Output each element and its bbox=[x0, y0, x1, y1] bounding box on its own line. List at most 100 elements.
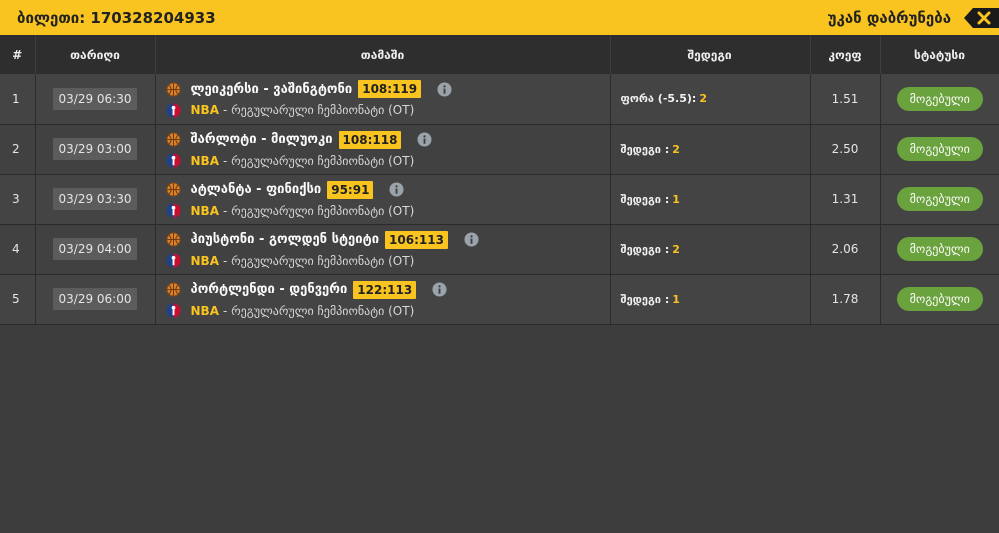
row-date: 03/29 06:30 bbox=[52, 87, 138, 110]
league-line: NBA - რეგულარული ჩემპიონატი (OT) bbox=[165, 252, 609, 270]
row-number: 3 bbox=[0, 174, 36, 225]
status-won-button[interactable]: მოგებული bbox=[896, 86, 983, 111]
league-detail: - რეგულარული ჩემპიონატი (OT) bbox=[222, 103, 415, 118]
row-result-cell: შედეგი :2 bbox=[610, 224, 811, 275]
league-name: NBA bbox=[190, 153, 219, 168]
league-name: NBA bbox=[190, 303, 219, 318]
result-label: შედეგი : bbox=[620, 142, 670, 156]
info-icon[interactable] bbox=[437, 82, 452, 97]
league-name: NBA bbox=[190, 203, 219, 218]
backspace-close-icon[interactable] bbox=[963, 7, 999, 29]
league-name: NBA bbox=[190, 103, 219, 118]
match-score: 108:119 bbox=[358, 80, 422, 99]
row-date: 03/29 04:00 bbox=[52, 238, 138, 260]
info-icon[interactable] bbox=[464, 232, 479, 247]
result-value: 1 bbox=[672, 192, 680, 206]
result-value: 2 bbox=[672, 142, 680, 156]
row-odd: 1.31 bbox=[810, 174, 881, 225]
league-name: NBA bbox=[190, 253, 219, 268]
row-date: 03/29 03:30 bbox=[52, 188, 138, 210]
result-value: 2 bbox=[699, 92, 707, 106]
row-odd: 2.06 bbox=[810, 224, 881, 275]
row-status-cell: მოგებული bbox=[880, 224, 999, 275]
row-status-cell: მოგებული bbox=[880, 74, 999, 125]
result-label: შედეგი : bbox=[620, 242, 670, 256]
league-line: NBA - რეგულარული ჩემპიონატი (OT) bbox=[165, 302, 609, 320]
row-number: 4 bbox=[0, 224, 36, 275]
nba-logo-icon bbox=[165, 253, 181, 268]
row-result-cell: შედეგი :1 bbox=[610, 174, 811, 225]
row-game-cell: ჰიუსტონი - გოლდენ სტეიტი 106:113 NBA - რ… bbox=[155, 224, 611, 275]
row-number: 2 bbox=[0, 124, 36, 175]
status-won-button[interactable]: მოგებული bbox=[896, 137, 983, 161]
table-row: 5 03/29 06:00 პორტლენდი - დენვერი 122:11… bbox=[0, 274, 999, 325]
col-header-game: თამაში bbox=[155, 35, 611, 74]
game-line: ლეიკერსი - ვაშინგტონი 108:119 bbox=[165, 78, 609, 100]
col-header-num: # bbox=[0, 35, 36, 74]
row-result-cell: ფორა (-5.5): 2 bbox=[610, 74, 811, 125]
col-header-date: თარიღი bbox=[35, 35, 156, 74]
game-line: შარლოტი - მილუოკი 108:118 bbox=[165, 129, 609, 151]
row-date-cell: 03/29 04:00 bbox=[35, 224, 156, 275]
match-score: 95:91 bbox=[327, 180, 374, 199]
row-game-cell: პორტლენდი - დენვერი 122:113 NBA - რეგულა… bbox=[155, 274, 611, 325]
row-odd: 1.51 bbox=[810, 74, 881, 125]
league-detail: - რეგულარული ჩემპიონატი (OT) bbox=[222, 153, 415, 168]
game-line: პორტლენდი - დენვერი 122:113 bbox=[165, 279, 609, 301]
result-label: შედეგი : bbox=[620, 192, 670, 206]
match-teams: ატლანტა - ფინიქსი bbox=[190, 182, 322, 197]
status-won-button[interactable]: მოგებული bbox=[896, 187, 983, 211]
league-line: NBA - რეგულარული ჩემპიონატი (OT) bbox=[165, 202, 609, 220]
table-row: 1 03/29 06:30 ლეიკერსი - ვაშინგტონი 108:… bbox=[0, 74, 999, 125]
match-score: 106:113 bbox=[385, 230, 448, 249]
row-result-cell: შედეგი :2 bbox=[610, 124, 811, 175]
row-odd: 1.78 bbox=[810, 274, 881, 325]
match-teams: პორტლენდი - დენვერი bbox=[190, 282, 348, 297]
row-game-cell: შარლოტი - მილუოკი 108:118 NBA - რეგულარუ… bbox=[155, 124, 611, 175]
result-value: 1 bbox=[672, 292, 680, 306]
row-date-cell: 03/29 03:30 bbox=[35, 174, 156, 225]
league-detail: - რეგულარული ჩემპიონატი (OT) bbox=[222, 253, 415, 268]
info-icon[interactable] bbox=[432, 282, 447, 297]
row-date-cell: 03/29 06:00 bbox=[35, 274, 156, 325]
table-row: 3 03/29 03:30 ატლანტა - ფინიქსი 95:91 NB… bbox=[0, 174, 999, 225]
match-score: 122:113 bbox=[353, 280, 417, 299]
match-teams: ლეიკერსი - ვაშინგტონი bbox=[190, 81, 353, 97]
status-won-button[interactable]: მოგებული bbox=[896, 287, 983, 311]
row-status-cell: მოგებული bbox=[880, 124, 999, 175]
bets-table: # თარიღი თამაში შედეგი კოეფ სტატუსი 1 03… bbox=[0, 35, 999, 325]
col-header-status: სტატუსი bbox=[880, 35, 999, 74]
info-icon[interactable] bbox=[417, 132, 432, 147]
table-row: 4 03/29 04:00 ჰიუსტონი - გოლდენ სტეიტი 1… bbox=[0, 224, 999, 275]
basketball-icon bbox=[165, 282, 181, 297]
league-line: NBA - რეგულარული ჩემპიონატი (OT) bbox=[165, 101, 609, 119]
col-header-result: შედეგი bbox=[610, 35, 811, 74]
row-result-cell: შედეგი :1 bbox=[610, 274, 811, 325]
nba-logo-icon bbox=[165, 203, 181, 218]
row-status-cell: მოგებული bbox=[880, 274, 999, 325]
basketball-icon bbox=[165, 82, 181, 97]
match-score: 108:118 bbox=[338, 130, 402, 149]
result-value: 2 bbox=[672, 242, 680, 256]
league-detail: - რეგულარული ჩემპიონატი (OT) bbox=[222, 303, 415, 318]
table-header: # თარიღი თამაში შედეგი კოეფ სტატუსი bbox=[0, 35, 999, 74]
basketball-icon bbox=[165, 182, 181, 197]
status-won-button[interactable]: მოგებული bbox=[896, 237, 983, 261]
basketball-icon bbox=[165, 232, 181, 247]
row-number: 5 bbox=[0, 274, 36, 325]
nba-logo-icon bbox=[165, 153, 181, 168]
league-detail: - რეგულარული ჩემპიონატი (OT) bbox=[222, 203, 415, 218]
row-status-cell: მოგებული bbox=[880, 174, 999, 225]
info-icon[interactable] bbox=[389, 182, 404, 197]
row-date: 03/29 06:00 bbox=[52, 288, 138, 310]
back-button[interactable]: უკან დაბრუნება bbox=[828, 0, 999, 35]
back-label: უკან დაბრუნება bbox=[827, 8, 951, 27]
result-label: ფორა (-5.5): bbox=[620, 92, 697, 106]
table-row: 2 03/29 03:00 შარლოტი - მილუოკი 108:118 bbox=[0, 124, 999, 175]
row-game-cell: ლეიკერსი - ვაშინგტონი 108:119 NBA - რეგუ… bbox=[155, 74, 611, 125]
league-line: NBA - რეგულარული ჩემპიონატი (OT) bbox=[165, 152, 609, 170]
row-number: 1 bbox=[0, 74, 36, 125]
nba-logo-icon bbox=[165, 103, 181, 118]
col-header-odd: კოეფ bbox=[810, 35, 881, 74]
match-teams: შარლოტი - მილუოკი bbox=[190, 132, 333, 147]
